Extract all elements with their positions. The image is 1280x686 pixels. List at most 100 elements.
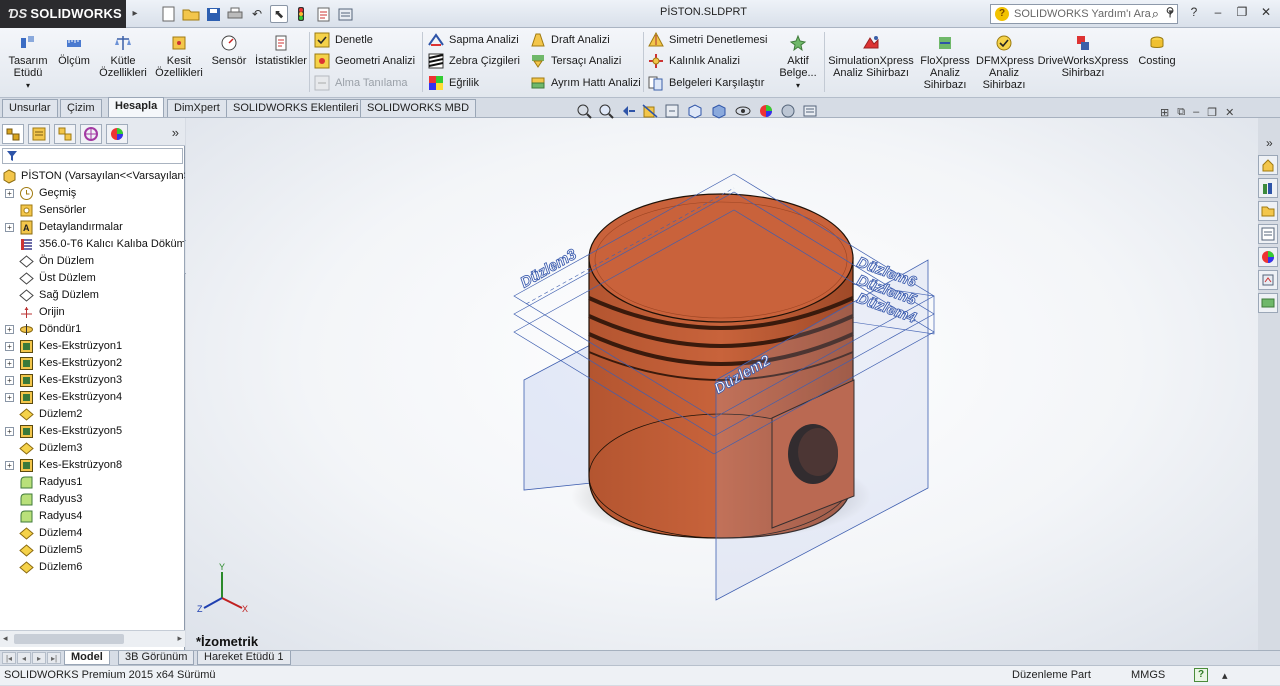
- axis-triad[interactable]: Y X Z: [197, 562, 248, 614]
- tree-item[interactable]: + Geçmiş: [0, 185, 185, 202]
- scroll-thumb[interactable]: [14, 634, 124, 644]
- more-tabs-icon[interactable]: »: [172, 125, 179, 140]
- task-pane-more-icon[interactable]: »: [1266, 136, 1273, 150]
- close-icon[interactable]: ✕: [1258, 4, 1274, 20]
- tree-item[interactable]: + Kes-Ekstrüzyon3: [0, 372, 185, 389]
- tab-dimxpert[interactable]: DimXpert: [167, 99, 227, 117]
- tab-sketch[interactable]: Çizim: [60, 99, 102, 117]
- tree-root-part[interactable]: PİSTON (Varsayılan<<Varsayılan>: [0, 168, 185, 185]
- symmetry-check-button[interactable]: Simetri Denetlemesi: [648, 31, 767, 49]
- tree-item[interactable]: + Kes-Ekstrüzyon2: [0, 355, 185, 372]
- expand-toggle-icon[interactable]: +: [5, 325, 14, 334]
- parting-line-analysis-button[interactable]: Ayrım Hattı Analizi: [530, 74, 641, 92]
- dfmxpress-button[interactable]: DFMXpress Analiz Sihirbazı: [976, 34, 1034, 91]
- section-properties-button[interactable]: Kesit Özellikleri: [154, 34, 204, 79]
- model-viewport[interactable]: Düzlem3 Düzlem2 Düzlem6 Düzlem5 Düzlem4 …: [186, 118, 1258, 650]
- tree-item[interactable]: + A Detaylandırmalar: [0, 219, 185, 236]
- tree-item[interactable]: Radyus1: [0, 474, 185, 491]
- expand-toggle-icon[interactable]: +: [5, 359, 14, 368]
- file-explorer-icon[interactable]: [1258, 201, 1278, 221]
- sensor-button[interactable]: Sensör: [210, 34, 248, 67]
- zoom-to-area-icon[interactable]: [598, 103, 614, 119]
- undercut-analysis-button[interactable]: Tersaçı Analizi: [530, 52, 621, 70]
- propertymanager-tab-icon[interactable]: [28, 124, 50, 144]
- displaymanager-tab-icon[interactable]: [106, 124, 128, 144]
- tree-item[interactable]: Ön Düzlem: [0, 253, 185, 270]
- status-expand-icon[interactable]: ▴: [1222, 667, 1228, 686]
- tree-item[interactable]: + Kes-Ekstrüzyon5: [0, 423, 185, 440]
- feature-tree-horizontal-scrollbar[interactable]: ◂ ▸: [0, 630, 185, 647]
- scroll-left-icon[interactable]: ◂: [3, 633, 8, 644]
- prev-tab-icon[interactable]: ◂: [17, 652, 31, 664]
- expand-toggle-icon[interactable]: +: [5, 427, 14, 436]
- active-document-dropdown-icon[interactable]: ▾: [796, 81, 800, 90]
- options-icon[interactable]: [336, 5, 354, 23]
- expand-toggle-icon[interactable]: +: [5, 342, 14, 351]
- deviation-analysis-button[interactable]: Sapma Analizi: [428, 31, 519, 49]
- import-diagnostics-button[interactable]: Alma Tanılama: [314, 74, 408, 92]
- compare-documents-button[interactable]: Belgeleri Karşılaştır: [648, 74, 764, 92]
- thickness-analysis-button[interactable]: Kalınlık Analizi: [648, 52, 740, 70]
- user-icon[interactable]: ⚲: [1162, 4, 1178, 20]
- tree-item[interactable]: Radyus3: [0, 491, 185, 508]
- dynamic-annotation-icon[interactable]: [664, 103, 680, 119]
- previous-view-icon[interactable]: [620, 103, 636, 119]
- help-search-field[interactable]: ? SOLIDWORKS Yardım'ı Ara ⌕ ▾: [990, 4, 1178, 24]
- expand-toggle-icon[interactable]: +: [5, 376, 14, 385]
- magnifier-icon[interactable]: ⌕: [1152, 6, 1159, 22]
- tree-item[interactable]: Orijin: [0, 304, 185, 321]
- piston-top-face[interactable]: [588, 193, 854, 323]
- tab-3d-view[interactable]: 3B Görünüm: [118, 651, 195, 665]
- edit-appearance-icon[interactable]: [758, 103, 774, 119]
- viewport-split-icon[interactable]: ⊞: [1160, 106, 1169, 119]
- custom-properties-icon[interactable]: [1258, 270, 1278, 290]
- driveworksxpress-button[interactable]: DriveWorksXpress Sihirbazı: [1036, 34, 1130, 79]
- view-orientation-icon[interactable]: [686, 103, 704, 119]
- zoom-to-fit-icon[interactable]: [576, 103, 592, 119]
- tree-item[interactable]: Düzlem3: [0, 440, 185, 457]
- display-style-icon[interactable]: [710, 103, 728, 119]
- design-study-dropdown-icon[interactable]: ▾: [26, 81, 30, 90]
- simulationxpress-button[interactable]: SimulationXpress Analiz Sihirbazı: [828, 34, 914, 79]
- open-folder-icon[interactable]: [182, 5, 200, 23]
- status-units[interactable]: MMGS: [1131, 666, 1165, 685]
- tab-solidworks-mbd[interactable]: SOLIDWORKS MBD: [360, 99, 477, 117]
- expand-toggle-icon[interactable]: +: [5, 393, 14, 402]
- status-help-icon[interactable]: ?: [1194, 668, 1208, 682]
- apply-scene-icon[interactable]: [780, 103, 796, 119]
- tab-motion-study-1[interactable]: Hareket Etüdü 1: [197, 651, 291, 665]
- tab-solidworks-addins[interactable]: SOLIDWORKS Eklentileri: [226, 99, 366, 117]
- tree-item[interactable]: Düzlem6: [0, 559, 185, 576]
- check-button[interactable]: Denetle: [314, 31, 373, 49]
- tree-item[interactable]: 356.0-T6 Kalıcı Kalıba Döküm: [0, 236, 185, 253]
- menu-arrow-icon[interactable]: ▸: [128, 6, 142, 22]
- viewport-close-icon[interactable]: ✕: [1225, 106, 1234, 119]
- view-settings-icon[interactable]: [802, 103, 820, 119]
- new-document-icon[interactable]: [160, 5, 178, 23]
- undo-icon[interactable]: ↶: [248, 5, 266, 23]
- solidworks-forum-icon[interactable]: [1258, 293, 1278, 313]
- viewport-restore-icon[interactable]: ❐: [1207, 106, 1217, 119]
- measure-button[interactable]: Ölçüm: [56, 34, 92, 67]
- feature-tree-filter[interactable]: [2, 148, 183, 164]
- zebra-stripes-button[interactable]: Zebra Çizgileri: [428, 52, 520, 70]
- expand-toggle-icon[interactable]: +: [5, 223, 14, 232]
- design-library-icon[interactable]: [1258, 178, 1278, 198]
- hide-show-items-icon[interactable]: [734, 103, 752, 119]
- geometry-analysis-button[interactable]: Geometri Analizi: [314, 52, 415, 70]
- draft-analysis-button[interactable]: Draft Analizi: [530, 31, 610, 49]
- first-tab-icon[interactable]: |◂: [2, 652, 16, 664]
- help-question-icon[interactable]: ?: [1186, 4, 1202, 20]
- last-tab-icon[interactable]: ▸|: [47, 652, 61, 664]
- tree-item[interactable]: Sensörler: [0, 202, 185, 219]
- save-icon[interactable]: [204, 5, 222, 23]
- tree-item[interactable]: Sağ Düzlem: [0, 287, 185, 304]
- active-document-button[interactable]: Aktif Belge... ▾: [776, 34, 820, 92]
- print-icon[interactable]: [226, 5, 244, 23]
- appearances-scenes-icon[interactable]: [1258, 247, 1278, 267]
- next-tab-icon[interactable]: ▸: [32, 652, 46, 664]
- configurationmanager-tab-icon[interactable]: [54, 124, 76, 144]
- solidworks-resources-icon[interactable]: [1258, 155, 1278, 175]
- plane-label-duzlem3[interactable]: Düzlem3: [517, 245, 580, 292]
- tab-evaluate[interactable]: Hesapla: [108, 97, 165, 117]
